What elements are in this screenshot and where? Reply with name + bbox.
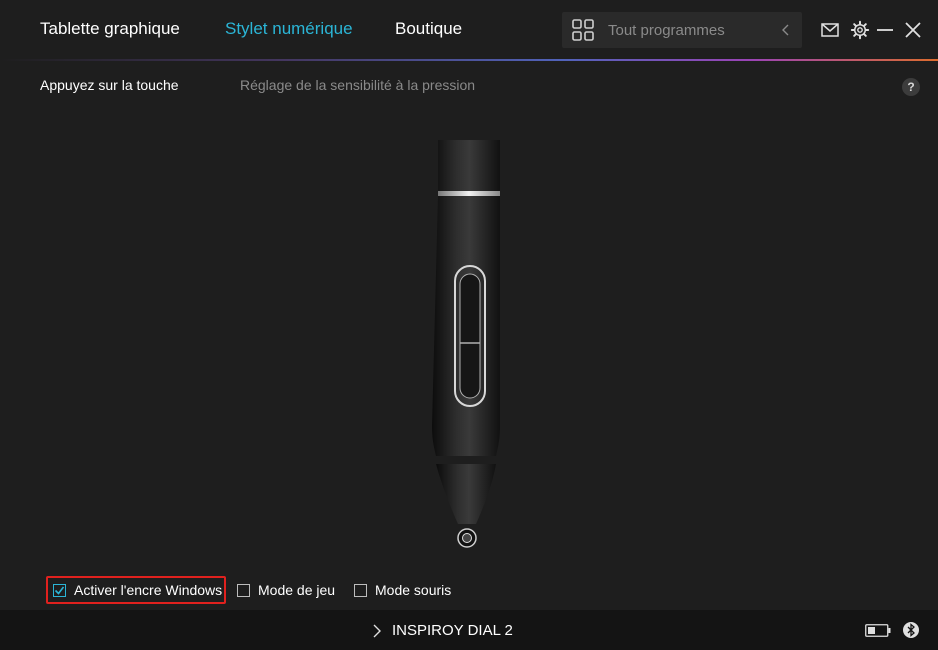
close-icon[interactable]	[903, 20, 923, 40]
checkbox-windows-ink[interactable]	[53, 583, 66, 597]
chevron-right-icon	[373, 624, 381, 637]
battery-icon	[865, 624, 891, 637]
tab-stylet-numerique[interactable]: Stylet numérique	[225, 19, 353, 39]
device-name: INSPIROY DIAL 2	[392, 622, 513, 639]
device-selector[interactable]: INSPIROY DIAL 2	[372, 622, 513, 639]
grid-icon	[572, 19, 594, 41]
status-bar: INSPIROY DIAL 2	[0, 610, 938, 650]
gear-icon[interactable]	[850, 20, 870, 40]
minimize-icon[interactable]	[875, 20, 895, 40]
option-mouse-mode[interactable]: Mode souris	[354, 576, 451, 604]
program-selector[interactable]: Tout programmes	[562, 12, 802, 48]
top-bar: Tablette graphique Stylet numérique Bout…	[0, 0, 938, 60]
checkbox-mouse-mode[interactable]	[354, 583, 367, 597]
program-selector-label: Tout programmes	[608, 22, 725, 39]
option-windows-ink-label: Activer l'encre Windows	[74, 582, 223, 598]
subtab-sensibilite-pression[interactable]: Réglage de la sensibilité à la pression	[240, 77, 475, 93]
check-icon	[54, 586, 65, 595]
subtab-appuyez-touche[interactable]: Appuyez sur la touche	[40, 77, 179, 93]
help-icon[interactable]: ?	[902, 78, 920, 96]
tab-boutique[interactable]: Boutique	[395, 19, 462, 39]
stylus-image	[432, 140, 500, 548]
option-game-mode[interactable]: Mode de jeu	[237, 576, 335, 604]
chevron-left-icon[interactable]	[780, 23, 792, 37]
bluetooth-icon	[903, 622, 919, 638]
checkbox-game-mode[interactable]	[237, 583, 250, 597]
option-windows-ink[interactable]: Activer l'encre Windows	[46, 576, 226, 604]
header-divider	[0, 59, 938, 61]
tab-tablette-graphique[interactable]: Tablette graphique	[40, 19, 180, 39]
option-game-mode-label: Mode de jeu	[258, 582, 336, 598]
option-mouse-mode-label: Mode souris	[375, 582, 452, 598]
mail-icon[interactable]	[820, 20, 840, 40]
